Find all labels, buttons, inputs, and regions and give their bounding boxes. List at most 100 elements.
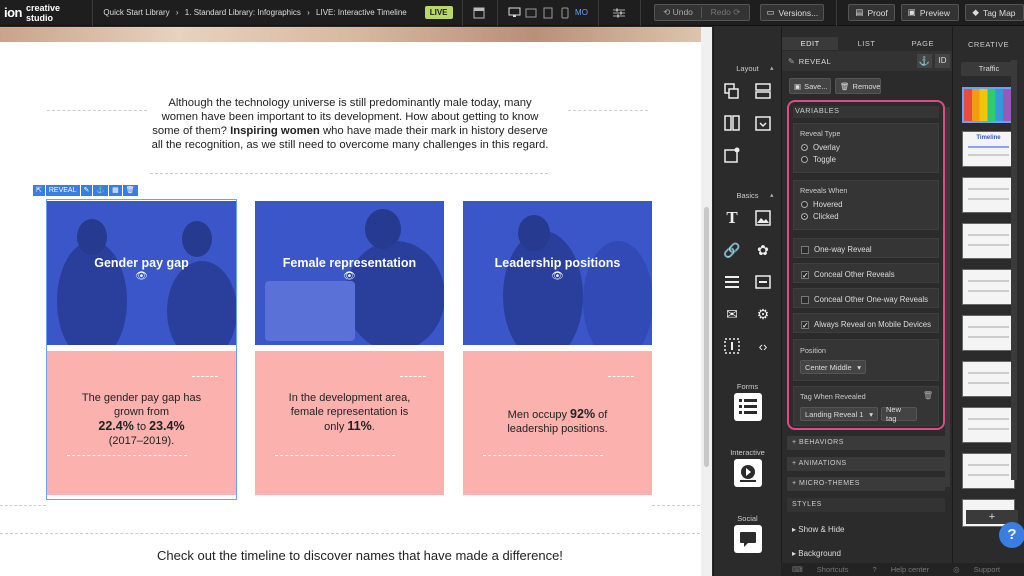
card-image-leadership-positions[interactable]: Leadership positions 👁 <box>463 201 652 345</box>
list-tool-icon[interactable] <box>721 271 743 293</box>
conceal-one-way-checkbox[interactable]: Conceal Other One-way Reveals <box>801 295 928 304</box>
form-tool-icon[interactable] <box>734 393 762 421</box>
editor-canvas[interactable]: Although the technology universe is stil… <box>0 27 712 576</box>
help-center-link[interactable]: ? Help center <box>872 565 941 574</box>
divider-tool-icon[interactable] <box>752 271 774 293</box>
device-mode-label[interactable]: MO <box>575 8 588 17</box>
support-link[interactable]: ◎ Support <box>953 565 1012 574</box>
save-element-button[interactable]: ▣ Save... <box>789 78 831 94</box>
page-thumbnail[interactable] <box>962 361 1015 397</box>
page-thumbnail[interactable] <box>962 177 1015 213</box>
page-thumbnail[interactable] <box>962 223 1015 259</box>
card-text-leadership-positions[interactable]: Men occupy 92% of leadership positions. <box>463 351 652 495</box>
checkbox-checked[interactable]: ✓ <box>801 270 809 279</box>
always-reveal-mobile-checkbox[interactable]: ✓ Always Reveal on Mobile Devices <box>801 320 931 329</box>
tab-edit[interactable]: EDIT <box>782 37 839 50</box>
behaviors-section[interactable]: + BEHAVIORS <box>787 436 945 450</box>
checkbox-checked[interactable]: ✓ <box>801 320 809 329</box>
layout-reveal-icon[interactable] <box>752 112 774 134</box>
embed-tool-icon[interactable] <box>721 335 743 357</box>
settings-tool-icon[interactable]: ⚙ <box>752 303 774 325</box>
page-thumbnail[interactable] <box>962 315 1015 351</box>
outro-heading[interactable]: Check out the timeline to discover names… <box>150 548 570 564</box>
breadcrumb-library[interactable]: Quick Start Library <box>103 8 169 17</box>
settings-sliders-icon[interactable] <box>611 5 628 21</box>
conceal-other-row[interactable]: ✓ Conceal Other Reveals <box>793 263 939 283</box>
conceal-other-checkbox[interactable]: ✓ Conceal Other Reveals <box>801 270 895 279</box>
page-thumbnail[interactable]: Timeline <box>962 131 1015 167</box>
pages-scrollbar[interactable] <box>1011 60 1017 480</box>
layout-split-icon[interactable] <box>721 112 743 134</box>
intro-paragraph[interactable]: Although the technology universe is stil… <box>150 96 550 152</box>
radio[interactable] <box>801 201 808 208</box>
page-layout-icon[interactable] <box>470 5 487 21</box>
page-thumbnail-active[interactable] <box>962 87 1015 123</box>
show-hide-style[interactable]: ▸ Show & Hide <box>792 525 845 534</box>
canvas-scroll-thumb[interactable] <box>704 207 709 467</box>
reveal-element-label[interactable]: REVEAL <box>45 185 80 196</box>
reveals-when-clicked[interactable]: Clicked <box>801 212 839 221</box>
page-thumbnail[interactable] <box>962 269 1015 305</box>
reveal-type-overlay[interactable]: Overlay <box>801 143 840 152</box>
redo-button[interactable]: Redo ⟳ <box>701 7 748 18</box>
layers-icon[interactable]: ▦ <box>109 185 122 196</box>
always-reveal-mobile-row[interactable]: ✓ Always Reveal on Mobile Devices <box>793 313 939 333</box>
media-tool-icon[interactable]: ✉ <box>721 303 743 325</box>
undo-button[interactable]: ⟲ Undo <box>655 7 702 18</box>
radio-selected[interactable] <box>801 213 808 220</box>
tag-select[interactable]: Landing Reveal 1 ▾ <box>800 407 878 421</box>
reveal-handle-icon[interactable]: ⇱ <box>33 185 45 196</box>
text-tool-icon[interactable]: T <box>721 207 743 229</box>
shortcuts-link[interactable]: ⌨ Shortcuts <box>792 565 861 574</box>
element-id-button[interactable]: ID <box>935 54 950 68</box>
mobile-device-icon[interactable] <box>556 5 573 21</box>
checkbox-unchecked[interactable] <box>801 295 809 304</box>
hero-image-strip[interactable] <box>0 27 712 42</box>
chat-tool-icon[interactable] <box>734 525 762 553</box>
layout-rows-icon[interactable] <box>752 80 774 102</box>
background-style[interactable]: ▸ Background <box>792 549 841 558</box>
breadcrumb-creative[interactable]: LIVE: Interactive Timeline <box>316 8 407 17</box>
collapse-icon[interactable]: ▴ <box>770 191 774 199</box>
tab-list[interactable]: LIST <box>838 37 895 50</box>
shape-tool-icon[interactable]: ✿ <box>752 239 774 261</box>
desktop-device-icon[interactable] <box>506 5 523 21</box>
tag-map-button[interactable]: ◆ Tag Map <box>965 4 1024 21</box>
trash-icon[interactable]: 🗑 <box>923 391 933 400</box>
tab-page[interactable]: PAGE <box>894 37 951 50</box>
versions-button[interactable]: ▭ Versions... <box>759 4 824 21</box>
edit-icon[interactable]: ✎ <box>80 185 93 196</box>
radio-selected[interactable] <box>801 144 808 151</box>
one-way-reveal-checkbox[interactable]: One-way Reveal <box>801 245 872 254</box>
micro-themes-section[interactable]: + MICRO-THEMES <box>787 477 945 491</box>
remove-element-button[interactable]: 🗑 Remove <box>835 78 881 94</box>
props-scrollbar[interactable] <box>945 107 950 487</box>
play-tool-icon[interactable] <box>734 459 762 487</box>
page-thumbnail[interactable] <box>962 407 1015 443</box>
one-way-reveal-row[interactable]: One-way Reveal <box>793 238 939 258</box>
traffic-button[interactable]: Traffic <box>961 62 1017 76</box>
preview-button[interactable]: ▣ Preview <box>900 4 960 21</box>
layout-lightbox-icon[interactable] <box>721 144 743 166</box>
new-tag-button[interactable]: New tag <box>881 405 917 423</box>
code-tool-icon[interactable]: ‹› <box>752 335 774 357</box>
collapse-icon[interactable]: ▴ <box>770 64 774 72</box>
reveal-type-toggle[interactable]: Toggle <box>801 155 836 164</box>
tablet-landscape-icon[interactable] <box>523 5 540 21</box>
trash-icon[interactable]: 🗑 <box>122 185 138 196</box>
animations-section[interactable]: + ANIMATIONS <box>787 457 945 471</box>
anchor-icon[interactable]: ⚓ <box>93 185 109 196</box>
checkbox-unchecked[interactable] <box>801 245 809 254</box>
breadcrumb-collection[interactable]: 1. Standard Library: Infographics <box>185 8 301 17</box>
tablet-portrait-icon[interactable] <box>540 5 557 21</box>
conceal-one-way-row[interactable]: Conceal Other One-way Reveals <box>793 288 939 308</box>
radio[interactable] <box>801 156 808 163</box>
layout-columns-icon[interactable] <box>721 80 743 102</box>
help-button[interactable]: ? <box>999 522 1024 548</box>
reveals-when-hovered[interactable]: Hovered <box>801 200 842 209</box>
link-tool-icon[interactable]: 🔗 <box>721 239 743 261</box>
card-image-female-representation[interactable]: Female representation 👁 <box>255 201 444 345</box>
page-thumbnail[interactable] <box>962 453 1015 489</box>
card-text-female-representation[interactable]: In the development area, female represen… <box>255 351 444 495</box>
app-logo[interactable]: ion creative studio <box>4 0 83 26</box>
